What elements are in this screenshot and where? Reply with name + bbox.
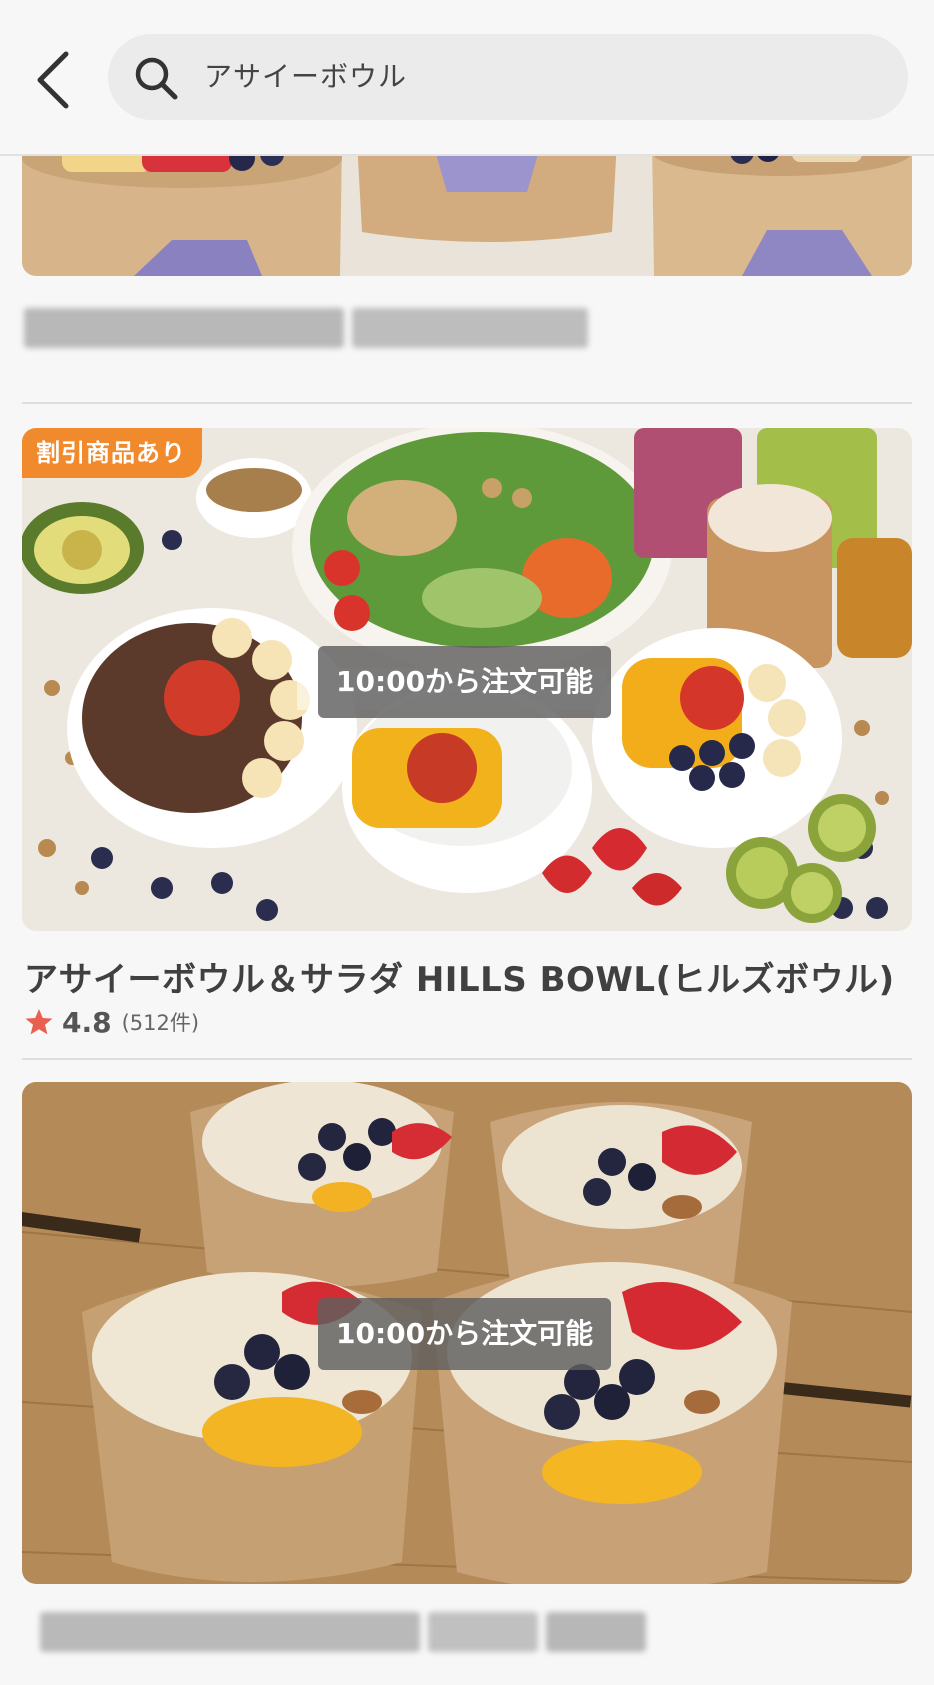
star-icon: [25, 1009, 53, 1035]
review-count: (512件): [121, 1011, 200, 1035]
order-availability-overlay: 10:00から注文可能: [318, 646, 612, 718]
result-3-image[interactable]: 10:00から注文可能: [22, 1082, 912, 1584]
rating-row: 4.8 (512件): [24, 1002, 199, 1042]
order-availability-overlay: 10:00から注文可能: [318, 1298, 612, 1370]
result-3-name-blurred: [40, 1612, 646, 1652]
search-query-text: アサイーボウル: [204, 60, 408, 93]
discount-badge: 割引商品あり: [22, 428, 202, 478]
search-input[interactable]: アサイーボウル: [108, 34, 908, 120]
result-2-image[interactable]: 割引商品あり 10:00から注文可能: [22, 428, 912, 931]
search-icon: [135, 57, 178, 100]
store-name[interactable]: アサイーボウル＆サラダ HILLS BOWL(ヒルズボウル): [24, 952, 895, 1001]
search-results-page: アサイーボウル 割引商品あり 10:00から注文可能 アサイーボウル＆サラダ H…: [0, 0, 934, 1685]
divider: [22, 1058, 912, 1060]
rating-value: 4.8: [62, 1005, 112, 1039]
back-button[interactable]: [30, 40, 90, 120]
search-header: アサイーボウル: [0, 0, 934, 156]
result-1-name-blurred: [24, 308, 588, 348]
chevron-left-icon: [37, 51, 69, 109]
divider: [22, 402, 912, 404]
result-1-image[interactable]: [22, 140, 912, 276]
